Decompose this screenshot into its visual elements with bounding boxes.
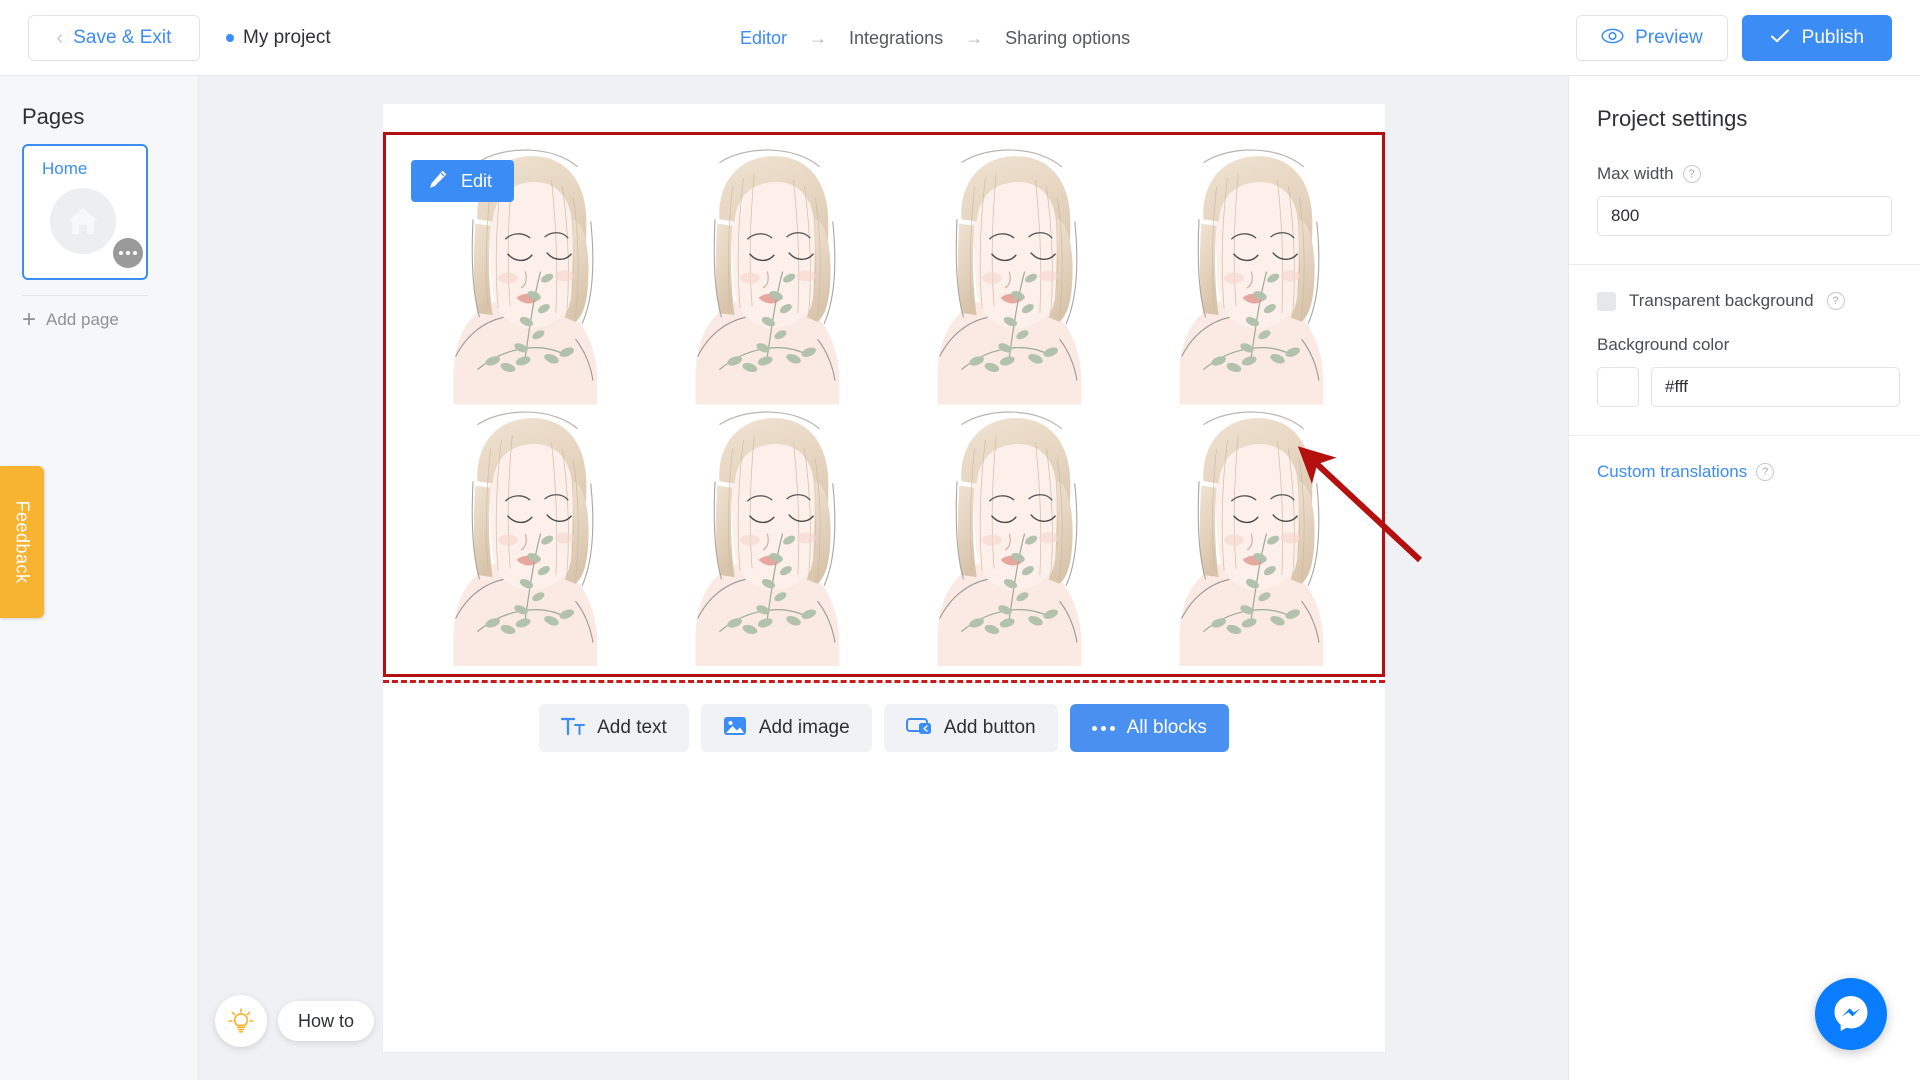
how-to-label: How to <box>298 1010 355 1031</box>
illustration-image[interactable] <box>400 405 642 667</box>
add-image-label: Add image <box>758 717 850 738</box>
button-icon <box>905 716 932 741</box>
project-name-label: My project <box>243 26 331 48</box>
eye-icon <box>1601 28 1624 49</box>
add-text-label: Add text <box>597 717 667 738</box>
add-button-label: Add button <box>943 717 1036 738</box>
page-card-label: Home <box>42 159 88 178</box>
save-and-exit-label: Save & Exit <box>73 26 172 48</box>
background-color-input[interactable] <box>1651 367 1900 407</box>
breadcrumb-arrow-icon: → <box>965 27 984 48</box>
image-icon <box>723 714 747 743</box>
project-settings-panel: Project settings Max width ? Transparent… <box>1568 76 1920 1080</box>
publish-label: Publish <box>1801 27 1864 48</box>
illustration-image[interactable] <box>642 143 884 405</box>
add-text-button[interactable]: Add text <box>539 704 689 752</box>
check-icon <box>1770 28 1790 49</box>
breadcrumb: Editor → Integrations → Sharing options <box>740 0 1130 76</box>
breadcrumb-arrow-icon: → <box>809 27 828 48</box>
page-card-more-dots-icon[interactable] <box>113 238 143 268</box>
add-page-button[interactable]: + Add page <box>22 308 119 332</box>
max-width-field: Max width ? <box>1597 164 1892 236</box>
illustration-image[interactable] <box>884 143 1126 405</box>
image-grid <box>386 135 1382 674</box>
selected-image-block[interactable]: Edit <box>383 132 1385 677</box>
add-button-button[interactable]: Add button <box>883 704 1058 752</box>
edit-block-button[interactable]: Edit <box>411 160 515 202</box>
custom-translations-link[interactable]: Custom translations <box>1597 462 1747 482</box>
text-icon <box>560 715 586 742</box>
page-sheet: Edit Add text Add image Add button All b… <box>383 104 1385 1052</box>
illustration-image[interactable] <box>884 405 1126 667</box>
panel-divider <box>1569 264 1920 265</box>
transparent-background-row[interactable]: Transparent background ? <box>1597 291 1892 311</box>
sidebar-divider <box>22 295 148 296</box>
background-color-swatch[interactable] <box>1597 367 1639 407</box>
background-color-label: Background color <box>1597 335 1730 354</box>
top-bar-actions: Preview Publish <box>1576 0 1892 76</box>
chevron-left-icon: ‹ <box>56 26 64 49</box>
custom-translations-help-icon[interactable]: ? <box>1756 463 1775 481</box>
messenger-icon <box>1830 991 1872 1038</box>
project-name[interactable]: My project <box>226 27 331 49</box>
project-status-dot <box>226 33 234 42</box>
breadcrumb-item-sharing-options[interactable]: Sharing options <box>1005 28 1130 49</box>
all-blocks-button[interactable]: All blocks <box>1069 704 1229 752</box>
feedback-tab[interactable]: Feedback <box>0 466 44 618</box>
lightbulb-icon[interactable] <box>215 995 267 1047</box>
feedback-label: Feedback <box>12 500 33 584</box>
top-bar: ‹ Save & Exit My project Editor → Integr… <box>0 0 1920 76</box>
max-width-label: Max width <box>1597 164 1674 183</box>
sidebar-page-card-home[interactable]: Home <box>22 144 148 280</box>
illustration-image[interactable] <box>1126 405 1368 667</box>
transparent-background-checkbox[interactable] <box>1597 291 1616 311</box>
illustration-image[interactable] <box>1126 143 1368 405</box>
max-width-help-icon[interactable]: ? <box>1682 165 1701 183</box>
save-and-exit-button[interactable]: ‹ Save & Exit <box>28 14 200 61</box>
transparent-background-label: Transparent background <box>1629 291 1814 310</box>
block-insert-dashed-line <box>383 680 1385 683</box>
publish-button[interactable]: Publish <box>1741 15 1892 61</box>
breadcrumb-item-editor[interactable]: Editor <box>740 28 787 49</box>
background-color-row <box>1597 367 1900 407</box>
messenger-chat-button[interactable] <box>1815 978 1887 1050</box>
custom-translations-row[interactable]: Custom translations ? <box>1597 462 1892 482</box>
max-width-input[interactable] <box>1597 196 1892 236</box>
add-block-toolbar: Add text Add image Add button All blocks <box>383 704 1385 752</box>
add-image-button[interactable]: Add image <box>700 704 872 752</box>
pages-title: Pages <box>22 104 85 129</box>
preview-label: Preview <box>1635 27 1703 48</box>
canvas-workspace: Edit Add text Add image Add button All b… <box>199 76 1568 1080</box>
preview-button[interactable]: Preview <box>1576 15 1728 61</box>
add-page-label: Add page <box>46 310 119 329</box>
edit-label: Edit <box>461 170 493 191</box>
breadcrumb-item-integrations[interactable]: Integrations <box>849 28 943 49</box>
how-to-button[interactable]: How to <box>278 1001 375 1041</box>
all-blocks-label: All blocks <box>1126 717 1207 738</box>
max-width-label-row: Max width ? <box>1597 164 1892 184</box>
illustration-image[interactable] <box>642 405 884 667</box>
how-to-widget[interactable]: How to <box>215 995 375 1047</box>
transparent-background-help-icon[interactable]: ? <box>1826 292 1845 310</box>
dots-icon <box>1091 725 1115 731</box>
home-icon <box>50 188 116 254</box>
plus-icon: + <box>22 306 37 333</box>
panel-divider <box>1569 435 1920 436</box>
pencil-icon <box>427 168 449 195</box>
panel-title: Project settings <box>1597 106 1748 131</box>
